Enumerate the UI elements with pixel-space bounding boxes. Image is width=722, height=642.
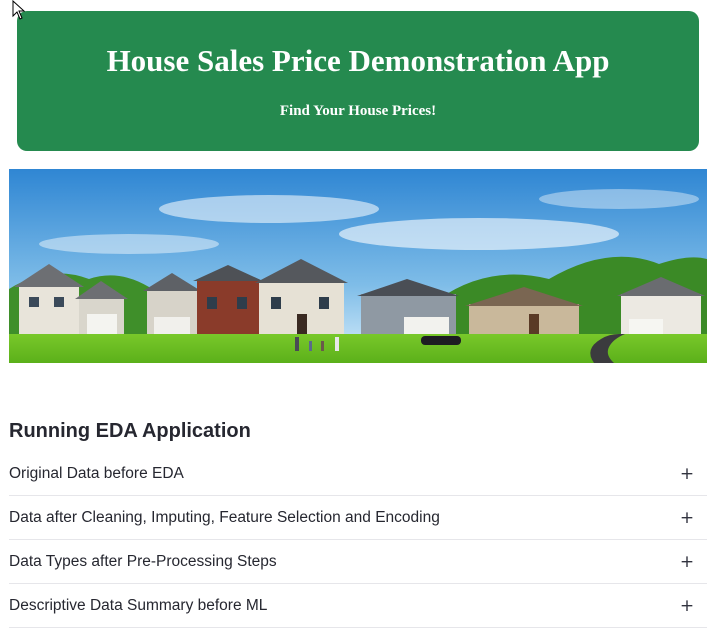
hero-image-houses [9, 169, 707, 363]
expander-label: Data after Cleaning, Imputing, Feature S… [9, 508, 440, 526]
plus-icon[interactable]: + [679, 597, 695, 614]
expander-cleaned-data[interactable]: Data after Cleaning, Imputing, Feature S… [9, 496, 707, 540]
expander-label: Descriptive Data Summary before ML [9, 596, 268, 614]
eda-heading: Running EDA Application [9, 420, 251, 442]
plus-icon[interactable]: + [679, 465, 695, 482]
mouse-cursor-icon [12, 0, 26, 20]
expander-original-data[interactable]: Original Data before EDA + [9, 452, 707, 496]
plus-icon[interactable]: + [679, 509, 695, 526]
header-banner: House Sales Price Demonstration App Find… [17, 11, 699, 151]
expander-descriptive-summary[interactable]: Descriptive Data Summary before ML + [9, 584, 707, 628]
app-title: House Sales Price Demonstration App [106, 43, 610, 78]
app-subtitle: Find Your House Prices! [279, 103, 437, 119]
plus-icon[interactable]: + [679, 553, 695, 570]
expander-label: Data Types after Pre-Processing Steps [9, 552, 277, 570]
expander-label: Original Data before EDA [9, 464, 184, 482]
expander-data-types[interactable]: Data Types after Pre-Processing Steps + [9, 540, 707, 584]
eda-expander-list: Original Data before EDA + Data after Cl… [9, 452, 707, 628]
